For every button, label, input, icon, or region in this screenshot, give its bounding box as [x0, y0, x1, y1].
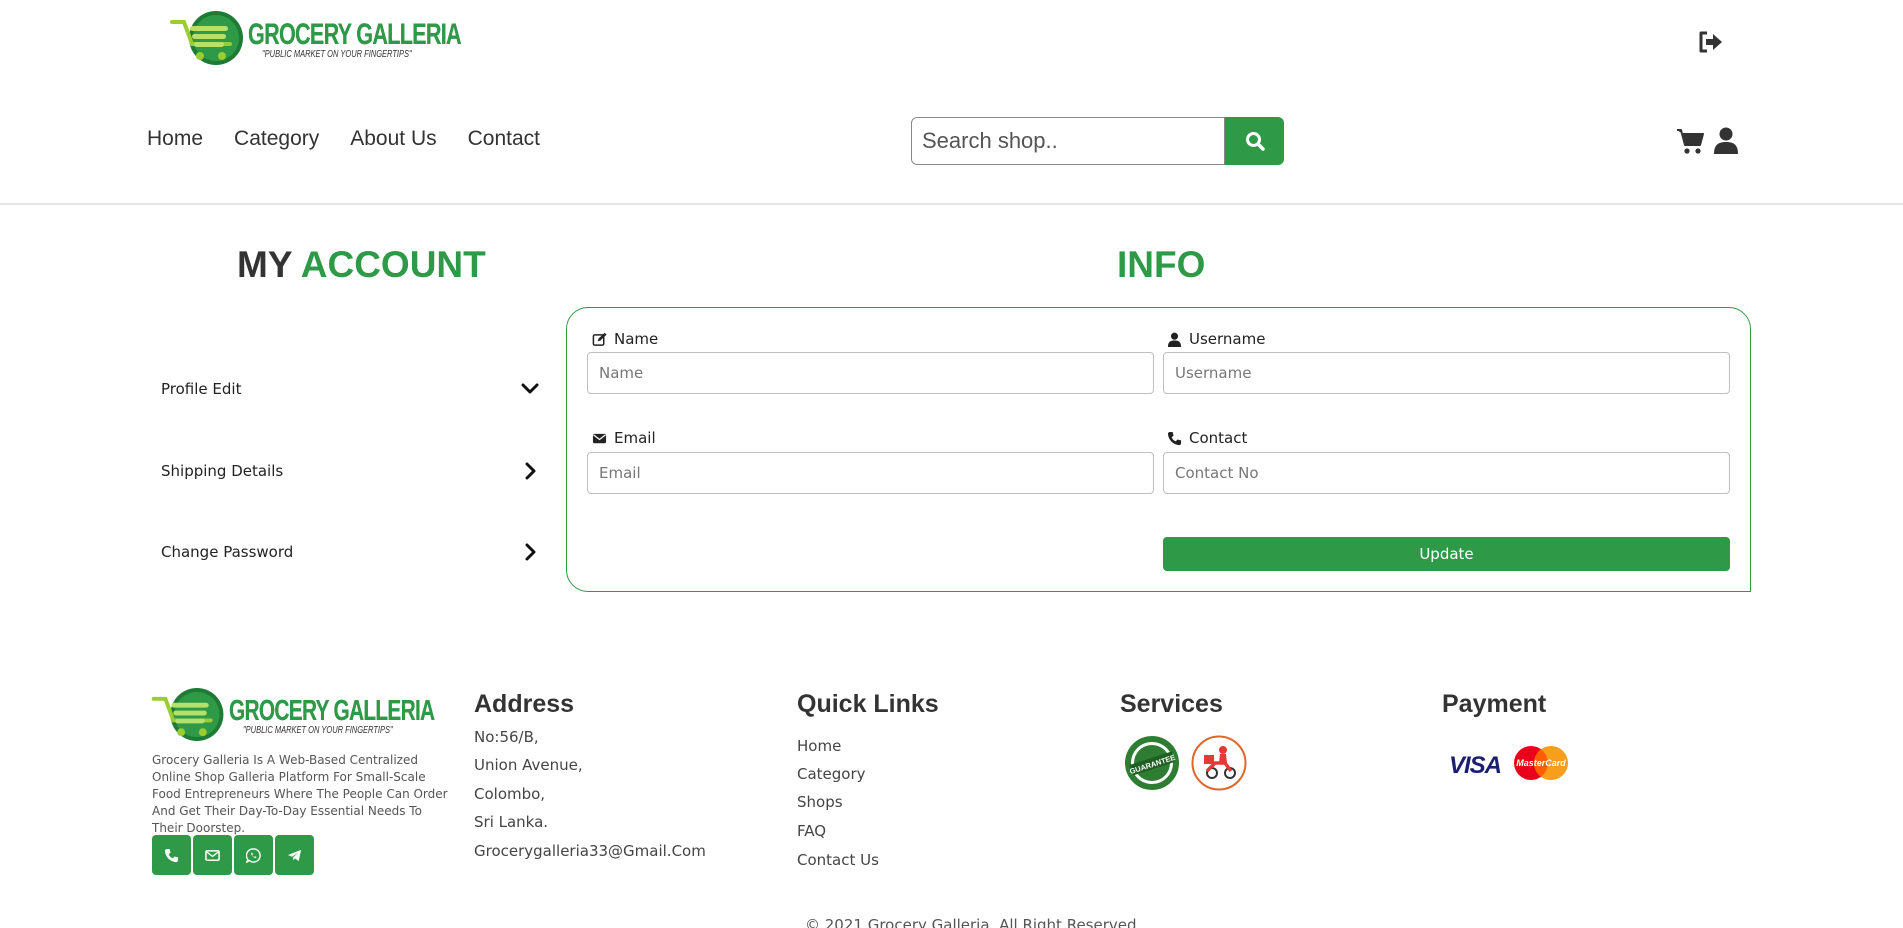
services-heading: Services — [1120, 690, 1223, 718]
footer-link-shops[interactable]: Shops — [797, 793, 843, 811]
user-icon — [1167, 332, 1182, 347]
name-label: Name — [592, 330, 658, 348]
menu-label: Change Password — [161, 543, 294, 561]
footer-link-contact-us[interactable]: Contact Us — [797, 851, 879, 869]
chevron-down-icon — [521, 383, 539, 394]
menu-shipping-details[interactable]: Shipping Details — [161, 451, 539, 491]
footer-link-category[interactable]: Category — [797, 765, 866, 783]
social-telegram-button[interactable] — [275, 835, 314, 875]
envelope-icon — [592, 433, 607, 443]
logout-icon[interactable] — [1698, 30, 1724, 54]
chevron-right-icon — [525, 462, 536, 480]
logo-mark-icon — [170, 11, 243, 65]
address-email[interactable]: Grocerygalleria33@Gmail.Com — [474, 842, 706, 860]
header-logo[interactable]: GROCERY GALLERIA "PUBLIC MARKET ON YOUR … — [170, 10, 544, 68]
quick-links-heading: Quick Links — [797, 690, 939, 718]
guarantee-badge-icon: GUARANTEE — [1125, 736, 1179, 790]
nav-contact[interactable]: Contact — [468, 127, 540, 151]
email-label: Email — [592, 429, 656, 447]
address-line: No:56/B, — [474, 728, 539, 746]
cart-icon[interactable] — [1676, 127, 1704, 155]
social-whatsapp-button[interactable] — [234, 835, 273, 875]
address-line: Colombo, — [474, 785, 546, 803]
menu-label: Profile Edit — [161, 380, 242, 398]
nav-about-us[interactable]: About Us — [350, 127, 436, 151]
info-title: INFO — [1117, 244, 1206, 285]
phone-icon — [164, 848, 179, 862]
menu-label: Shipping Details — [161, 462, 284, 480]
visa-icon: VISA — [1449, 752, 1502, 779]
mastercard-icon: MasterCard — [1514, 746, 1568, 780]
delivery-badge-icon — [1191, 735, 1247, 791]
footer-link-home[interactable]: Home — [797, 737, 841, 755]
username-label: Username — [1167, 330, 1265, 348]
contact-input[interactable] — [1163, 452, 1730, 494]
email-input[interactable] — [587, 452, 1154, 494]
social-phone-button[interactable] — [152, 835, 191, 875]
address-line: Sri Lanka. — [474, 813, 549, 831]
name-input[interactable] — [587, 352, 1154, 394]
footer-link-faq[interactable]: FAQ — [797, 822, 826, 840]
footer-logo[interactable]: GROCERY GALLERIA "PUBLIC MARKET ON YOUR … — [151, 687, 514, 744]
contact-label: Contact — [1167, 429, 1247, 447]
header-divider — [0, 203, 1903, 205]
logo-title: GROCERY GALLERIA — [229, 695, 435, 727]
payment-heading: Payment — [1442, 690, 1547, 718]
user-icon[interactable] — [1714, 127, 1738, 155]
logo-title: GROCERY GALLERIA — [248, 17, 462, 51]
footer-description: Grocery Galleria Is A Web-Based Centrali… — [152, 753, 448, 835]
title-my: MY — [237, 244, 292, 285]
copyright-text: © 2021 Grocery Galleria. All Right Reser… — [805, 916, 1137, 928]
main-nav: Home Category About Us Contact — [147, 127, 540, 151]
address-line: Union Avenue, — [474, 756, 583, 774]
chevron-right-icon — [525, 543, 536, 561]
menu-change-password[interactable]: Change Password — [161, 532, 539, 572]
edit-icon — [592, 332, 607, 346]
search-input[interactable] — [911, 117, 1225, 165]
nav-home[interactable]: Home — [147, 127, 203, 151]
telegram-icon — [287, 849, 302, 861]
logo-tagline: "PUBLIC MARKET ON YOUR FINGERTIPS" — [262, 48, 412, 60]
my-account-title: MY ACCOUNT — [237, 243, 486, 287]
envelope-icon — [205, 849, 220, 861]
search-icon — [1245, 132, 1265, 151]
logo-tagline: "PUBLIC MARKET ON YOUR FINGERTIPS" — [243, 725, 393, 736]
menu-profile-edit[interactable]: Profile Edit — [161, 369, 539, 409]
title-account: ACCOUNT — [300, 244, 486, 285]
nav-category[interactable]: Category — [234, 127, 319, 151]
phone-icon — [1167, 431, 1182, 445]
address-heading: Address — [474, 690, 575, 718]
search-button[interactable] — [1225, 117, 1284, 165]
mastercard-text: MasterCard — [1516, 758, 1566, 768]
whatsapp-icon — [246, 847, 261, 863]
social-email-button[interactable] — [193, 835, 232, 875]
update-button[interactable]: Update — [1163, 537, 1730, 571]
logo-mark-icon — [151, 687, 224, 742]
username-input[interactable] — [1163, 352, 1730, 394]
